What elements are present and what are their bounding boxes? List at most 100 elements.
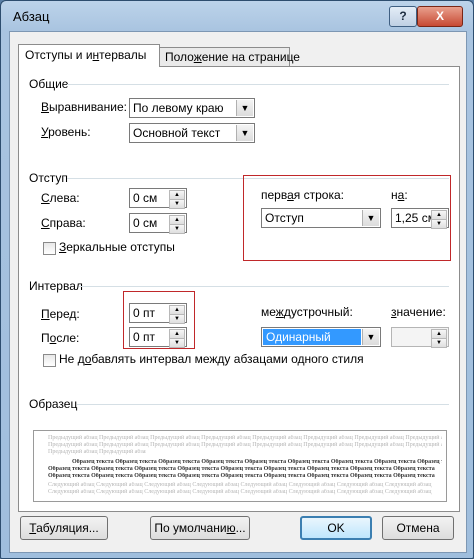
tab-label: тервалы <box>99 48 147 62</box>
first-line-value: Отступ <box>265 211 304 225</box>
left-indent-value: 0 см <box>133 191 158 205</box>
close-button[interactable]: X <box>417 6 463 27</box>
label-fragment: : <box>404 188 408 202</box>
label-fragment: По умолчани <box>154 521 227 535</box>
tab-accel: ж <box>193 50 202 64</box>
label-fragment: дустрочный: <box>283 305 353 319</box>
tab-label: Отступы и и <box>25 48 93 62</box>
paragraph-dialog: Абзац ? X Отступы и интервалы Положение … <box>0 0 474 559</box>
spin-down-icon[interactable]: ▼ <box>169 338 185 348</box>
preview-next-line: Следующий абзац Следующий абзац Следующи… <box>48 482 432 488</box>
ok-button[interactable]: OK <box>300 516 372 540</box>
no-space-same-style-checkbox[interactable] <box>43 354 56 367</box>
spacing-before-value: 0 пт <box>133 306 156 320</box>
spacing-before-spinner[interactable]: 0 пт ▲ ▼ <box>129 303 187 324</box>
line-spacing-label: междустрочный: <box>261 305 353 319</box>
line-spacing-at-label: значение: <box>391 305 446 319</box>
level-label: Уровень: <box>41 125 91 139</box>
label-fragment: а <box>287 188 294 202</box>
preview-sample-line: Образец текста Образец текста Образец те… <box>48 466 435 472</box>
mirror-indents-label: Зеркальные отступы <box>59 240 175 254</box>
label-fragment: В <box>41 100 50 114</box>
tab-panel: Общие Выравнивание: По левому краю ▼ Уро… <box>18 66 460 512</box>
set-default-button[interactable]: По умолчанию... <box>150 516 250 540</box>
cancel-button[interactable]: Отмена <box>382 516 454 540</box>
help-button[interactable]: ? <box>389 6 417 27</box>
label-fragment: ... <box>235 521 246 535</box>
group-general-title: Общие <box>29 77 69 91</box>
label-fragment: С <box>41 216 50 230</box>
tab-label: Поло <box>165 50 194 64</box>
tabs-button[interactable]: Табуляция... <box>20 516 108 540</box>
line-spacing-at-spinner[interactable]: ▲ ▼ <box>391 327 449 348</box>
label-fragment: я строка: <box>293 188 344 202</box>
label-fragment: П <box>41 307 50 321</box>
label-fragment: н <box>391 188 398 202</box>
group-preview-title: Образец <box>29 397 78 411</box>
label-fragment: бавлять интервал между абзацами одного с… <box>91 352 364 366</box>
label-fragment: ме <box>261 305 276 319</box>
label-fragment: абуляция... <box>36 521 99 535</box>
first-line-label: первая строка: <box>261 188 344 202</box>
first-line-by-spinner[interactable]: 1,25 см ▲ ▼ <box>391 208 449 229</box>
label-fragment: ю <box>226 521 236 535</box>
chevron-down-icon[interactable]: ▼ <box>236 100 253 116</box>
spin-down-icon[interactable]: ▼ <box>431 338 447 348</box>
title-bar[interactable]: Абзац ? X <box>1 1 473 31</box>
spin-down-icon[interactable]: ▼ <box>431 219 447 229</box>
first-line-by-value: 1,25 см <box>395 211 436 225</box>
label-fragment: еркальные отступы <box>66 240 175 254</box>
right-indent-spinner[interactable]: 0 см ▲ ▼ <box>129 213 187 234</box>
tab-page-position[interactable]: Положение на странице <box>158 47 300 66</box>
preview-next-line: Следующий абзац Следующий абзац Следующи… <box>48 489 432 495</box>
spacing-after-spinner[interactable]: 0 пт ▲ ▼ <box>129 327 187 348</box>
first-line-select[interactable]: Отступ ▼ <box>261 208 381 228</box>
spin-down-icon[interactable]: ▼ <box>169 314 185 324</box>
chevron-down-icon[interactable]: ▼ <box>362 210 379 226</box>
mirror-indents-checkbox[interactable] <box>43 242 56 255</box>
group-divider <box>79 286 449 287</box>
right-indent-value: 0 см <box>133 216 158 230</box>
label-fragment: Не д <box>59 352 85 366</box>
spin-down-icon[interactable]: ▼ <box>169 199 185 209</box>
no-space-same-style-label: Не добавлять интервал между абзацами одн… <box>59 352 364 366</box>
preview-box: Предыдущий абзац Предыдущий абзац Предыд… <box>33 430 447 502</box>
label-fragment: С <box>41 191 50 205</box>
dialog-client: Отступы и интервалы Положение на страниц… <box>9 31 467 553</box>
preview-sample-line: Образец текста Образец текста Образец те… <box>48 473 435 479</box>
label-fragment: сле: <box>56 331 80 345</box>
group-spacing-title: Интервал <box>29 279 83 293</box>
label-fragment: ыравнивание: <box>49 100 127 114</box>
alignment-select[interactable]: По левому краю ▼ <box>129 98 255 118</box>
tab-label: ение на странице <box>201 50 300 64</box>
spacing-after-value: 0 пт <box>133 330 156 344</box>
line-spacing-select[interactable]: Одинарный ▼ <box>261 327 381 347</box>
level-value: Основной текст <box>133 126 221 140</box>
left-indent-spinner[interactable]: 0 см ▲ ▼ <box>129 188 187 209</box>
group-indent-title: Отступ <box>29 171 68 185</box>
dialog-title: Абзац <box>13 9 50 24</box>
line-spacing-value: Одинарный <box>263 329 361 345</box>
label-fragment: права: <box>49 216 86 230</box>
preview-prev-line: Предыдущий абзац Предыдущий абзац Предыд… <box>48 442 442 448</box>
group-divider <box>67 84 449 85</box>
label-fragment: перв <box>261 188 288 202</box>
chevron-down-icon[interactable]: ▼ <box>362 329 379 345</box>
first-line-by-label: на: <box>391 188 408 202</box>
level-select[interactable]: Основной текст ▼ <box>129 123 255 143</box>
preview-prev-line: Предыдущий абзац Предыдущий абзац Предыд… <box>48 449 146 455</box>
left-indent-label: Слева: <box>41 191 80 205</box>
spacing-before-label: Перед: <box>41 307 80 321</box>
alignment-label: Выравнивание: <box>41 100 127 114</box>
spin-down-icon[interactable]: ▼ <box>169 224 185 234</box>
tab-indents-spacing[interactable]: Отступы и интервалы <box>18 44 160 67</box>
spacing-after-label: После: <box>41 331 79 345</box>
right-indent-label: Справа: <box>41 216 86 230</box>
label-fragment: ж <box>275 305 284 319</box>
label-fragment: П <box>41 331 50 345</box>
label-fragment: начение: <box>396 305 446 319</box>
label-fragment: ровень: <box>48 125 91 139</box>
label-fragment: лева: <box>49 191 80 205</box>
chevron-down-icon[interactable]: ▼ <box>236 125 253 141</box>
preview-sample-line: Образец текста Образец текста Образец те… <box>72 459 442 465</box>
